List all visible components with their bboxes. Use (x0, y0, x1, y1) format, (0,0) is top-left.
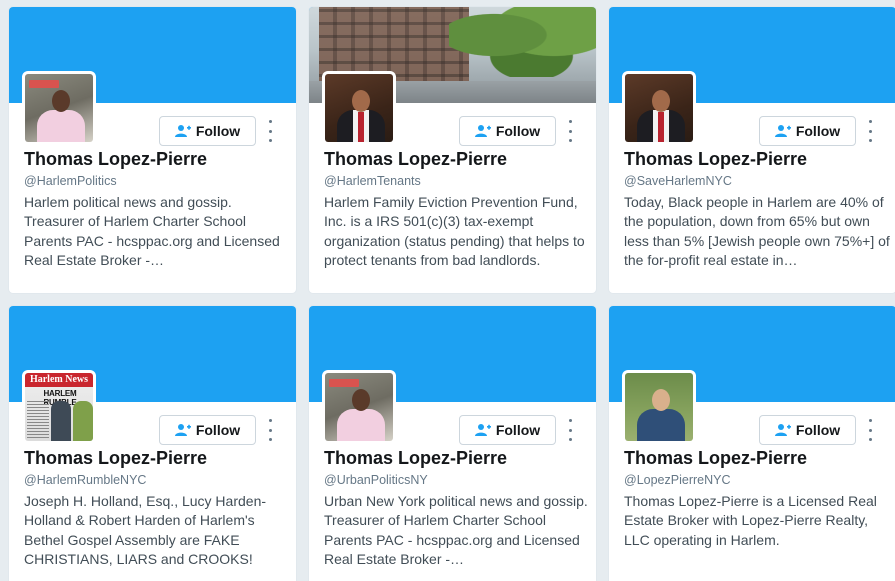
follow-label: Follow (495, 422, 541, 438)
avatar[interactable]: Harlem News HARLEM RUMBLE (22, 370, 96, 444)
more-vertical-icon[interactable] (865, 419, 875, 441)
newspaper-masthead: Harlem News (25, 373, 93, 387)
user-card[interactable]: Follow Thomas Lopez-Pierre @UrbanPolitic… (308, 305, 597, 581)
user-name[interactable]: Thomas Lopez-Pierre (24, 149, 207, 170)
add-user-icon (474, 125, 491, 137)
add-user-icon (774, 125, 791, 137)
follow-button[interactable]: Follow (459, 116, 556, 146)
avatar[interactable] (322, 71, 396, 145)
user-bio: Thomas Lopez-Pierre is a Licensed Real E… (624, 493, 877, 548)
follow-label: Follow (195, 123, 241, 139)
more-vertical-icon[interactable] (565, 419, 575, 441)
avatar[interactable] (22, 71, 96, 145)
user-card[interactable]: Harlem News HARLEM RUMBLE Follow Thomas … (8, 305, 297, 581)
avatar[interactable] (322, 370, 396, 444)
add-user-icon (774, 424, 791, 436)
follow-button[interactable]: Follow (159, 116, 256, 146)
follow-button[interactable]: Follow (159, 415, 256, 445)
follow-button[interactable]: Follow (759, 415, 856, 445)
user-bio: Joseph H. Holland, Esq., Lucy Harden-Hol… (24, 493, 267, 567)
user-bio: Urban New York political news and gossip… (324, 493, 588, 567)
user-handle[interactable]: @HarlemTenants (324, 174, 421, 188)
user-name[interactable]: Thomas Lopez-Pierre (624, 448, 807, 469)
user-card[interactable]: Follow Thomas Lopez-Pierre @HarlemPoliti… (8, 6, 297, 294)
avatar[interactable] (622, 71, 696, 145)
follow-label: Follow (795, 123, 841, 139)
user-name[interactable]: Thomas Lopez-Pierre (24, 448, 207, 469)
add-user-icon (174, 424, 191, 436)
user-handle[interactable]: @HarlemPolitics (24, 174, 117, 188)
user-card[interactable]: Follow Thomas Lopez-Pierre @HarlemTenant… (308, 6, 597, 294)
follow-button[interactable]: Follow (459, 415, 556, 445)
user-handle[interactable]: @SaveHarlemNYC (624, 174, 732, 188)
avatar[interactable] (622, 370, 696, 444)
user-handle[interactable]: @LopezPierreNYC (624, 473, 730, 487)
user-bio: Harlem Family Eviction Prevention Fund, … (324, 194, 585, 268)
user-handle[interactable]: @UrbanPoliticsNY (324, 473, 428, 487)
user-card[interactable]: Follow Thomas Lopez-Pierre @LopezPierreN… (608, 305, 895, 581)
add-user-icon (474, 424, 491, 436)
more-vertical-icon[interactable] (265, 120, 275, 142)
add-user-icon (174, 125, 191, 137)
user-name[interactable]: Thomas Lopez-Pierre (324, 448, 507, 469)
user-bio: Harlem political news and gossip. Treasu… (24, 194, 280, 268)
follow-button[interactable]: Follow (759, 116, 856, 146)
follow-label: Follow (195, 422, 241, 438)
user-handle[interactable]: @HarlemRumbleNYC (24, 473, 146, 487)
user-name[interactable]: Thomas Lopez-Pierre (624, 149, 807, 170)
follow-label: Follow (495, 123, 541, 139)
user-card[interactable]: Follow Thomas Lopez-Pierre @SaveHarlemNY… (608, 6, 895, 294)
follow-label: Follow (795, 422, 841, 438)
user-name[interactable]: Thomas Lopez-Pierre (324, 149, 507, 170)
more-vertical-icon[interactable] (565, 120, 575, 142)
more-vertical-icon[interactable] (865, 120, 875, 142)
more-vertical-icon[interactable] (265, 419, 275, 441)
user-bio: Today, Black people in Harlem are 40% of… (624, 194, 890, 268)
